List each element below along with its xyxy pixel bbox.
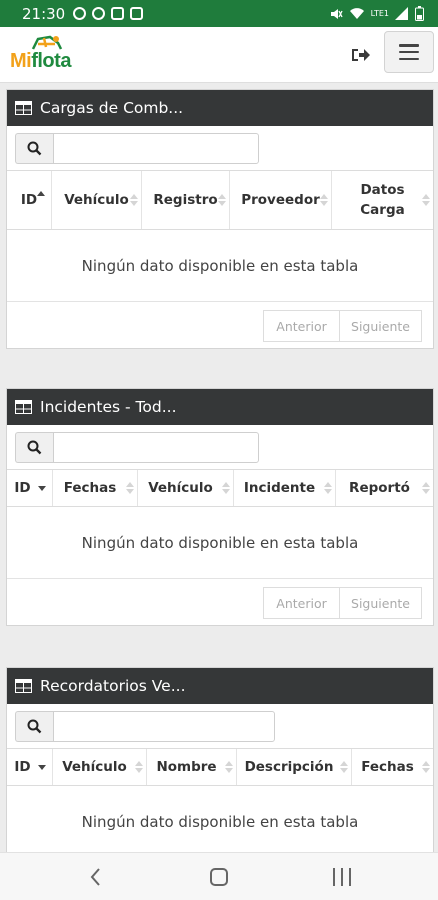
- menu-button[interactable]: [384, 31, 434, 73]
- sort-icon: [130, 194, 138, 206]
- image-icon: [130, 7, 144, 20]
- wifi-icon: [349, 8, 364, 19]
- sync-icon: [92, 7, 106, 20]
- system-icons: LTE1: [329, 0, 424, 27]
- previous-page-button[interactable]: Anterior: [263, 587, 340, 619]
- sort-desc-icon: [38, 765, 46, 770]
- logout-button[interactable]: [349, 43, 373, 67]
- sort-icon: [225, 761, 233, 773]
- sort-desc-icon: [38, 486, 46, 491]
- back-icon[interactable]: [88, 867, 104, 887]
- status-bar: 21:30 LTE1: [0, 0, 438, 27]
- sort-icon: [324, 482, 332, 494]
- sort-icon: [422, 194, 430, 206]
- pagination: Anterior Siguiente: [7, 302, 433, 348]
- search-button[interactable]: [15, 133, 53, 164]
- next-page-button[interactable]: Siguiente: [339, 310, 422, 342]
- sort-icon: [422, 761, 430, 773]
- panel-title: Incidentes - Tod...: [40, 398, 177, 416]
- column-fechas[interactable]: Fechas: [352, 749, 433, 785]
- column-id[interactable]: ID: [7, 470, 53, 506]
- logout-icon: [352, 49, 370, 61]
- panel-header: Recordatorios Ve...: [7, 668, 433, 704]
- search-icon: [27, 141, 42, 156]
- search-button[interactable]: [15, 711, 53, 742]
- previous-page-button[interactable]: Anterior: [263, 310, 340, 342]
- app-logo[interactable]: Miflota: [8, 35, 74, 75]
- battery-icon: [415, 6, 424, 21]
- mute-icon: [330, 8, 343, 19]
- column-registro[interactable]: Registro: [142, 171, 230, 229]
- notification-icon: [73, 7, 87, 20]
- column-nombre[interactable]: Nombre: [147, 749, 237, 785]
- sort-icon: [135, 761, 143, 773]
- column-fechas[interactable]: Fechas: [53, 470, 138, 506]
- home-icon[interactable]: [210, 868, 228, 886]
- panel-incidents: Incidentes - Tod... ID Fechas Vehículo I…: [6, 388, 434, 626]
- sort-icon: [422, 482, 430, 494]
- system-nav-bar: [0, 852, 438, 900]
- column-vehicle[interactable]: Vehículo: [52, 171, 142, 229]
- table-header: ID Vehículo Nombre Descripción Fechas: [7, 748, 433, 786]
- panel-header: Cargas de Comb...: [7, 90, 433, 126]
- panel-reminders: Recordatorios Ve... ID Vehículo Nombre D…: [6, 667, 434, 867]
- column-id[interactable]: ID: [7, 171, 52, 229]
- network-label: LTE1: [370, 9, 389, 18]
- column-incidente[interactable]: Incidente: [234, 470, 336, 506]
- sort-icon: [218, 194, 226, 206]
- sort-icon: [222, 482, 230, 494]
- empty-table-message: Ningún dato disponible en esta tabla: [7, 230, 433, 302]
- search-input[interactable]: [53, 432, 259, 463]
- pagination: Anterior Siguiente: [7, 579, 433, 625]
- table-header: ID Fechas Vehículo Incidente Reportó: [7, 469, 433, 507]
- empty-table-message: Ningún dato disponible en esta tabla: [7, 507, 433, 579]
- search-icon: [27, 719, 42, 734]
- logo-wordmark: Miflota: [10, 50, 71, 73]
- search-row: [7, 126, 433, 170]
- panel-title: Cargas de Comb...: [40, 99, 184, 117]
- sort-icon: [340, 761, 348, 773]
- search-row: [7, 425, 433, 469]
- sort-icon: [320, 194, 328, 206]
- column-vehicle[interactable]: Vehículo: [138, 470, 234, 506]
- menu-icon: [399, 44, 419, 60]
- recent-apps-icon[interactable]: [333, 868, 351, 886]
- next-page-button[interactable]: Siguiente: [339, 587, 422, 619]
- search-input[interactable]: [53, 133, 259, 164]
- panel-header: Incidentes - Tod...: [7, 389, 433, 425]
- search-input[interactable]: [53, 711, 275, 742]
- logo-flota: flota: [31, 50, 71, 72]
- panel-title: Recordatorios Ve...: [40, 677, 186, 695]
- notification-icons: [73, 7, 144, 20]
- table-header: ID Vehículo Registro Proveedor Datos Car…: [7, 170, 433, 230]
- search-icon: [27, 440, 42, 455]
- sort-desc-icon: [37, 191, 45, 196]
- status-time: 21:30: [22, 4, 66, 23]
- column-vehicle[interactable]: Vehículo: [53, 749, 147, 785]
- sort-icon: [126, 482, 134, 494]
- table-icon: [15, 400, 32, 414]
- search-button[interactable]: [15, 432, 53, 463]
- signal-icon: [395, 7, 408, 20]
- table-icon: [15, 679, 32, 693]
- table-icon: [15, 101, 32, 115]
- column-datos-carga[interactable]: Datos Carga: [332, 171, 433, 229]
- column-reporto[interactable]: Reportó: [336, 470, 433, 506]
- app-icon: [111, 7, 125, 20]
- column-id[interactable]: ID: [7, 749, 53, 785]
- empty-table-message: Ningún dato disponible en esta tabla: [7, 786, 433, 858]
- search-row: [7, 704, 433, 748]
- column-proveedor[interactable]: Proveedor: [230, 171, 332, 229]
- logo-mi: Mi: [10, 50, 32, 72]
- panel-fuel-loads: Cargas de Comb... ID Vehículo Registro P…: [6, 89, 434, 349]
- column-descripcion[interactable]: Descripción: [237, 749, 352, 785]
